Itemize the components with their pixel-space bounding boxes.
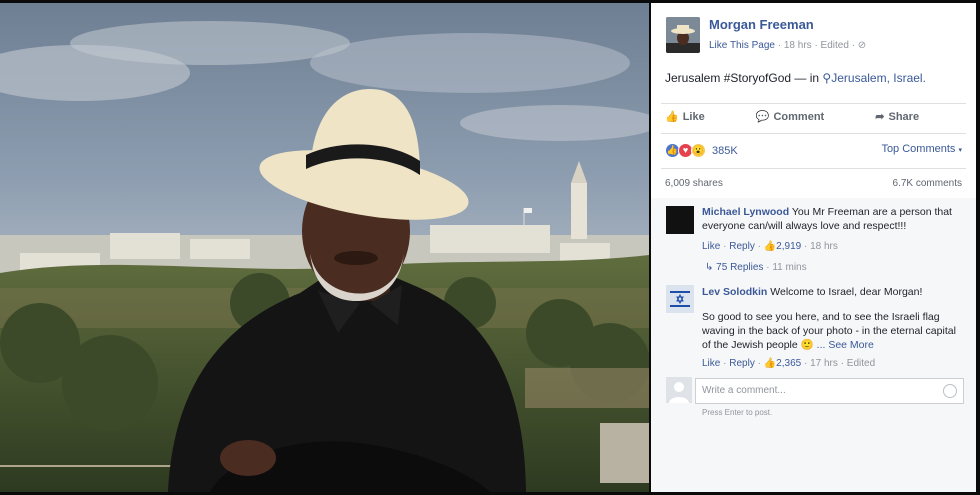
divider [661, 103, 966, 104]
smile-emoji-icon: 🙂 [800, 339, 814, 351]
top-comments-dropdown[interactable]: Top Comments ▾ [881, 143, 962, 155]
comment-like-count[interactable]: 2,365 [776, 358, 801, 369]
emoji-picker-icon[interactable] [943, 384, 957, 398]
page-avatar[interactable] [666, 17, 700, 53]
comment-body: Michael Lynwood You Mr Freeman are a per… [702, 205, 962, 233]
comment-meta: Like · Reply · 👍2,919 · 18 hrs [702, 241, 838, 252]
page-name-link[interactable]: Morgan Freeman [709, 17, 814, 32]
israeli-flag-avatar-image [666, 285, 694, 313]
like-page-link[interactable]: Like This Page [709, 40, 775, 51]
post-timestamp[interactable]: 18 hrs [784, 40, 812, 51]
comment-reply-link[interactable]: Reply [729, 358, 755, 369]
screenshot-frame: Morgan Freeman Like This Page · 18 hrs ·… [0, 0, 980, 495]
reaction-count: 385K [712, 144, 738, 157]
comment-body: Lev Solodkin Welcome to Israel, dear Mor… [702, 285, 962, 299]
like-label: Like [682, 111, 705, 123]
comment-input[interactable] [696, 379, 928, 401]
comment-button[interactable]: 💬 Comment [756, 111, 848, 123]
page-avatar-image [666, 17, 700, 53]
share-arrow-icon: ➦ [875, 111, 885, 123]
divider [661, 133, 966, 134]
post-text: Jerusalem #StoryofGod — in ⚲Jerusalem, I… [665, 71, 926, 85]
comment-like-link[interactable]: Like [702, 241, 720, 252]
chevron-down-icon: ▾ [958, 147, 962, 154]
thumbs-up-icon: 👍 [665, 111, 679, 123]
speech-bubble-icon: 💬 [755, 111, 770, 123]
comment-meta: Like · Reply · 👍2,365 · 17 hrs · Edited [702, 358, 876, 369]
location-link[interactable]: Jerusalem, Israel. [831, 71, 926, 85]
wow-reaction-icon: 😮 [691, 143, 706, 158]
post-actions: 👍 Like 💬 Comment ➦ Share [665, 110, 967, 123]
post-caption: Jerusalem #StoryofGod — in [665, 71, 820, 85]
commenter-avatar[interactable] [666, 285, 694, 313]
edited-label[interactable]: Edited [847, 358, 875, 369]
comment-composer[interactable] [695, 378, 964, 404]
facebook-post-panel: Morgan Freeman Like This Page · 18 hrs ·… [651, 3, 976, 492]
current-user-avatar [666, 377, 692, 403]
post-photo[interactable] [0, 3, 649, 492]
meta-separator: · [766, 262, 770, 273]
comment-like-link[interactable]: Like [702, 358, 720, 369]
thumbs-up-icon: 👍 [763, 358, 777, 369]
comments-count-link[interactable]: 6.7K comments [893, 178, 962, 189]
comment-body-continued: So good to see you here, and to see the … [702, 310, 962, 352]
share-button[interactable]: ➦ Share [875, 111, 943, 123]
share-label: Share [888, 111, 920, 123]
composer-hint: Press Enter to post. [702, 408, 773, 417]
view-replies-link[interactable]: ↳ 75 Replies · 11 mins [705, 262, 807, 273]
divider [661, 168, 966, 169]
location-pin-icon: ⚲ [822, 71, 832, 85]
like-button[interactable]: 👍 Like [665, 111, 729, 123]
comment-like-count[interactable]: 2,919 [776, 241, 801, 252]
commenter-name[interactable]: Michael Lynwood [702, 206, 789, 218]
replies-count: 75 Replies [716, 262, 764, 273]
comment-text: Welcome to Israel, dear Morgan! [770, 286, 923, 298]
edited-label[interactable]: Edited [821, 40, 849, 51]
replies-time: 11 mins [772, 262, 807, 273]
comment-time[interactable]: 18 hrs [810, 241, 838, 252]
default-user-icon [666, 377, 692, 403]
reactions-summary[interactable]: 👍 ♥ 😮 385K [665, 143, 738, 158]
post-meta: Like This Page · 18 hrs · Edited · ⊘ [709, 40, 866, 51]
comment-label: Comment [773, 111, 825, 123]
reply-arrow-icon: ↳ [705, 262, 714, 273]
commenter-name[interactable]: Lev Solodkin [702, 286, 767, 298]
globe-icon: ⊘ [857, 40, 867, 51]
comment-reply-link[interactable]: Reply [729, 241, 755, 252]
comment-time[interactable]: 17 hrs [810, 358, 838, 369]
thumbs-up-icon: 👍 [763, 241, 777, 252]
see-more-link[interactable]: ... See More [817, 339, 874, 351]
top-comments-label: Top Comments [881, 143, 956, 155]
shares-count-link[interactable]: 6,009 shares [665, 178, 723, 189]
commenter-avatar[interactable] [666, 206, 694, 234]
jerusalem-portrait-image [0, 3, 649, 492]
